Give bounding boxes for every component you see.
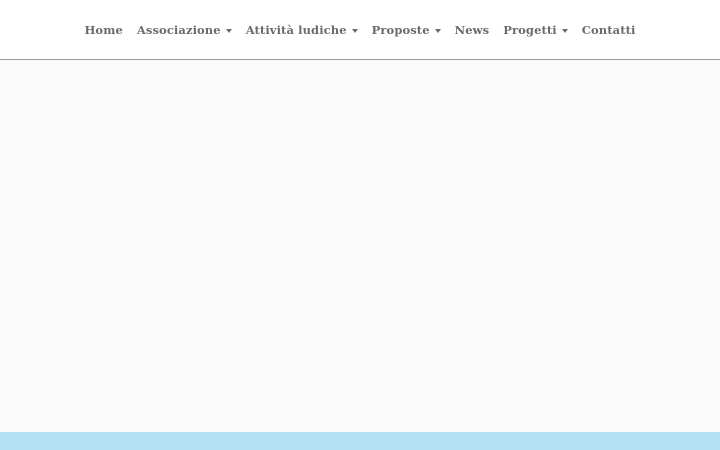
nav-item-label: News xyxy=(454,23,490,37)
nav-item-home[interactable]: Home xyxy=(77,23,129,37)
footer-band xyxy=(0,432,720,450)
nav-item-label: Progetti xyxy=(503,23,557,37)
nav-item-news[interactable]: News xyxy=(448,23,497,37)
chevron-down-icon xyxy=(561,28,568,33)
nav-item-label: Attività ludiche xyxy=(245,23,347,37)
nav-item-label: Associazione xyxy=(136,23,221,37)
nav-item-contatti[interactable]: Contatti xyxy=(575,23,643,37)
chevron-down-icon xyxy=(351,28,358,33)
chevron-down-icon xyxy=(225,28,232,33)
nav-item-label: Home xyxy=(84,23,123,37)
nav-item-label: Proposte xyxy=(371,23,430,37)
nav-item-progetti[interactable]: Progetti xyxy=(496,23,575,37)
main-navigation: Home Associazione Attività ludiche Propo… xyxy=(0,0,720,60)
nav-item-associazione[interactable]: Associazione xyxy=(130,23,239,37)
site-header: Home Associazione Attività ludiche Propo… xyxy=(0,0,720,60)
nav-item-proposte[interactable]: Proposte xyxy=(365,23,448,37)
nav-item-attivita-ludiche[interactable]: Attività ludiche xyxy=(239,23,365,37)
chevron-down-icon xyxy=(434,28,441,33)
main-content-area xyxy=(0,60,720,432)
nav-item-label: Contatti xyxy=(581,23,636,37)
